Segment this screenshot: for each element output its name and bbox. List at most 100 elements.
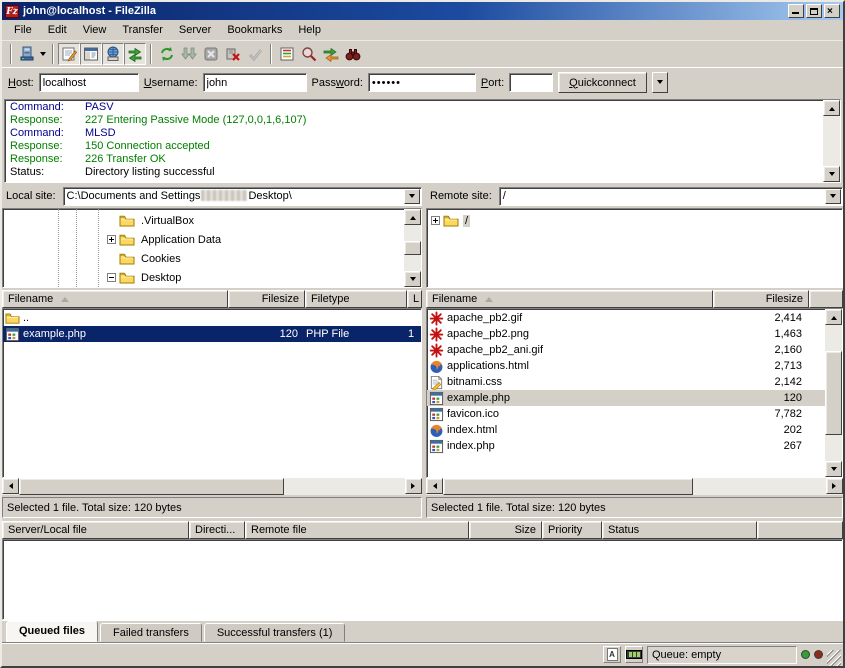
toggle-local-tree-button[interactable]	[80, 43, 102, 65]
reconnect-button[interactable]	[244, 43, 266, 65]
sync-browsing-button[interactable]	[342, 43, 364, 65]
column-header-status[interactable]: Status	[602, 521, 757, 539]
local-tree-body[interactable]: .VirtualBox Application Data Cookies	[3, 209, 404, 287]
column-header-filesize[interactable]: Filesize	[713, 290, 809, 308]
refresh-button[interactable]	[156, 43, 178, 65]
scroll-track[interactable]	[693, 478, 826, 495]
remote-tree-body[interactable]: /	[427, 209, 842, 287]
scroll-down-button[interactable]	[404, 271, 421, 287]
search-button[interactable]	[298, 43, 320, 65]
file-row[interactable]: favicon.ico 7,782	[427, 406, 825, 422]
column-header-last-modified[interactable]: L	[407, 290, 422, 308]
filter-button[interactable]	[276, 43, 298, 65]
close-button[interactable]: ×	[824, 4, 840, 18]
tab-failed-transfers[interactable]: Failed transfers	[100, 623, 202, 642]
remote-site-combo[interactable]: /	[499, 187, 843, 206]
tab-successful-transfers[interactable]: Successful transfers (1)	[204, 623, 346, 642]
disconnect-button[interactable]	[222, 43, 244, 65]
tab-queued-files[interactable]: Queued files	[6, 621, 98, 642]
menu-file[interactable]: File	[6, 22, 40, 38]
tree-item[interactable]: Desktop	[3, 268, 404, 287]
scroll-up-button[interactable]	[404, 209, 421, 225]
scroll-left-button[interactable]	[426, 478, 443, 494]
file-row-selected[interactable]: example.php 120 PHP File 1	[3, 326, 421, 342]
column-header-filetype[interactable]: Filetype	[305, 290, 407, 308]
local-tree-scrollbar[interactable]	[404, 209, 421, 287]
scroll-track[interactable]	[404, 225, 421, 241]
menu-transfer[interactable]: Transfer	[114, 22, 171, 38]
scroll-track[interactable]	[284, 478, 405, 495]
menu-help[interactable]: Help	[290, 22, 329, 38]
menu-bookmarks[interactable]: Bookmarks	[219, 22, 290, 38]
toggle-queue-button[interactable]	[124, 43, 146, 65]
scroll-down-button[interactable]	[823, 166, 840, 182]
scroll-thumb[interactable]	[19, 478, 284, 495]
scroll-up-button[interactable]	[825, 309, 842, 325]
file-row-selected[interactable]: example.php 120	[427, 390, 825, 406]
message-log-lines[interactable]: Command:PASV Response:227 Entering Passi…	[5, 100, 823, 182]
scroll-track[interactable]	[825, 435, 842, 461]
quickconnect-button[interactable]: Quickconnect	[558, 72, 647, 93]
column-header-direction[interactable]: Directi...	[189, 521, 245, 539]
remote-hscrollbar[interactable]	[426, 478, 843, 495]
file-row[interactable]: apache_pb2.gif 2,414	[427, 310, 825, 326]
toggle-message-log-button[interactable]	[58, 43, 80, 65]
column-header-remote-file[interactable]: Remote file	[245, 521, 469, 539]
file-row[interactable]: index.php 267	[427, 438, 825, 454]
quickconnect-dropdown-button[interactable]	[652, 72, 668, 93]
speed-limits-indicator[interactable]	[625, 646, 643, 663]
log-scrollbar[interactable]	[823, 100, 840, 182]
toggle-remote-tree-button[interactable]	[102, 43, 124, 65]
username-input[interactable]	[203, 73, 307, 92]
scroll-track[interactable]	[404, 255, 421, 271]
column-header-filename[interactable]: Filename	[426, 290, 713, 308]
cancel-button[interactable]	[200, 43, 222, 65]
minimize-button[interactable]	[788, 4, 804, 18]
scroll-down-button[interactable]	[825, 461, 842, 477]
file-row[interactable]: index.html 202	[427, 422, 825, 438]
compare-button[interactable]	[320, 43, 342, 65]
scroll-thumb[interactable]	[404, 241, 421, 255]
file-row[interactable]: applications.html 2,713	[427, 358, 825, 374]
title-bar[interactable]: Fz john@localhost - FileZilla ×	[2, 2, 843, 20]
file-row[interactable]: apache_pb2_ani.gif 2,160	[427, 342, 825, 358]
queue-body[interactable]	[2, 539, 843, 620]
column-header-size[interactable]: Size	[469, 521, 542, 539]
tree-item[interactable]: Application Data	[3, 230, 404, 249]
expand-icon[interactable]	[431, 216, 440, 225]
remote-file-rows[interactable]: apache_pb2.gif 2,414 apache_pb2.png 1,46…	[427, 309, 825, 477]
scroll-right-button[interactable]	[405, 478, 422, 494]
column-header-filename[interactable]: Filename	[2, 290, 228, 308]
scroll-thumb[interactable]	[443, 478, 693, 495]
column-header-filesize[interactable]: Filesize	[228, 290, 305, 308]
remote-list-scrollbar[interactable]	[825, 309, 842, 477]
scroll-thumb[interactable]	[825, 351, 842, 435]
local-site-combo[interactable]: C:\Documents and SettingsDesktop\	[63, 187, 422, 206]
process-queue-button[interactable]	[178, 43, 200, 65]
remote-site-dropdown-button[interactable]	[825, 189, 841, 204]
scroll-track[interactable]	[823, 116, 840, 166]
local-file-rows[interactable]: .. example.php 120 PHP File 1	[3, 309, 421, 477]
tree-item[interactable]: Cookies	[3, 249, 404, 268]
collapse-icon[interactable]	[107, 273, 116, 282]
local-hscrollbar[interactable]	[2, 478, 422, 495]
resize-grip[interactable]	[827, 650, 841, 666]
file-row-parent-dir[interactable]: ..	[3, 310, 421, 326]
local-site-dropdown-button[interactable]	[404, 189, 420, 204]
expand-icon[interactable]	[107, 235, 116, 244]
data-type-indicator[interactable]: A	[603, 646, 621, 663]
scroll-left-button[interactable]	[2, 478, 19, 494]
tree-item[interactable]: /	[427, 211, 842, 230]
menu-server[interactable]: Server	[171, 22, 219, 38]
scroll-up-button[interactable]	[823, 100, 840, 116]
tree-item[interactable]: .VirtualBox	[3, 211, 404, 230]
password-input[interactable]	[368, 73, 476, 92]
scroll-right-button[interactable]	[826, 478, 843, 494]
menu-view[interactable]: View	[75, 22, 115, 38]
port-input[interactable]	[509, 73, 553, 92]
site-manager-dropdown-icon[interactable]	[40, 52, 46, 59]
column-header-server-local-file[interactable]: Server/Local file	[2, 521, 189, 539]
file-row[interactable]: apache_pb2.png 1,463	[427, 326, 825, 342]
site-manager-button[interactable]	[16, 43, 38, 65]
file-row[interactable]: bitnami.css 2,142	[427, 374, 825, 390]
